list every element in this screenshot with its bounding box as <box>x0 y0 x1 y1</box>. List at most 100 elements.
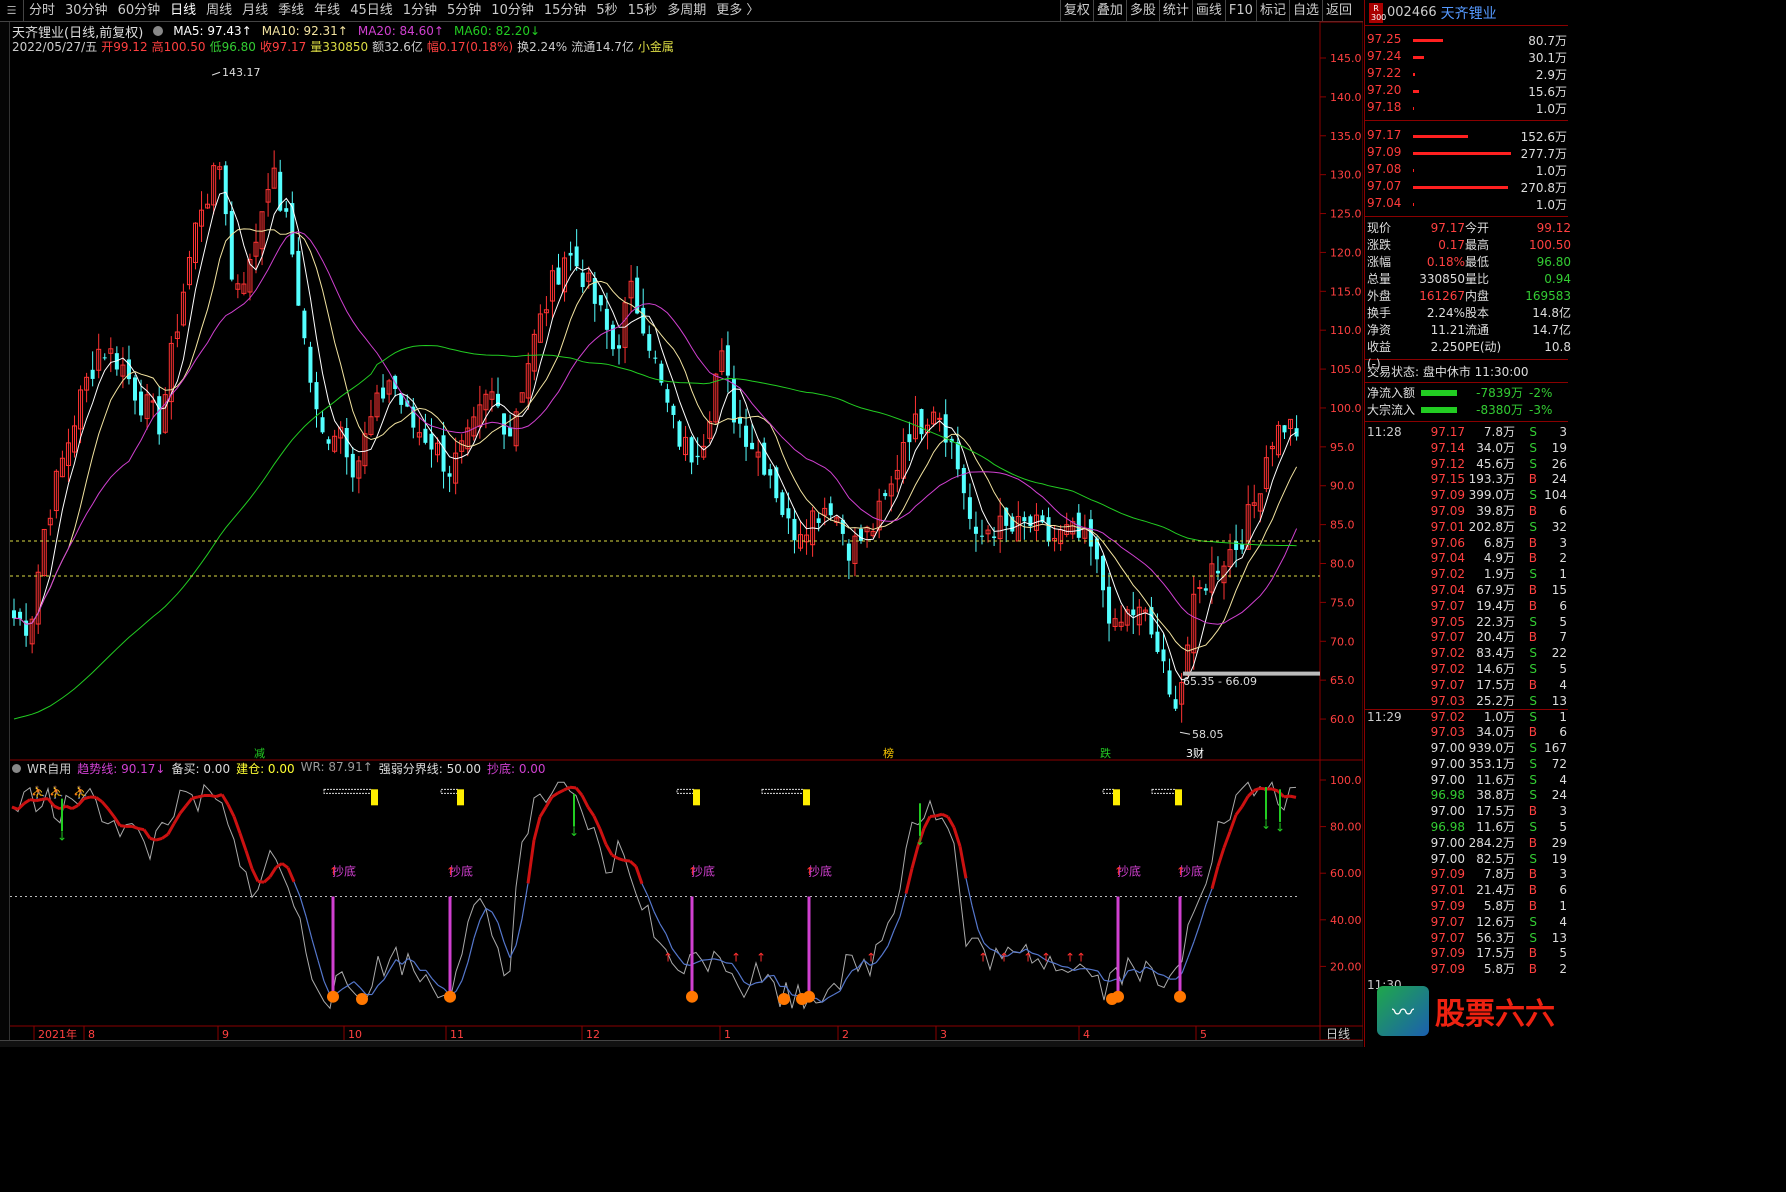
event-marker[interactable]: 减 <box>254 747 265 760</box>
event-marker[interactable]: 3财 <box>1186 746 1204 760</box>
trend-line-segment <box>683 963 691 966</box>
price-axis-label: 135.0 <box>1330 130 1362 143</box>
trend-line-segment <box>1283 794 1291 799</box>
trend-line-segment <box>611 853 619 860</box>
ask-row[interactable]: 97.20 15.6万 <box>1365 83 1568 100</box>
tick-count: 13 <box>1551 930 1567 945</box>
tick-row: 97.00 82.5万 S 19 <box>1365 852 1568 868</box>
ask-row[interactable]: 97.22 2.9万 <box>1365 66 1568 83</box>
tick-time <box>1365 441 1427 457</box>
tick-count: 6 <box>1559 725 1567 740</box>
tick-side: S <box>1529 440 1537 455</box>
bid-price: 97.04 <box>1367 196 1402 210</box>
stat-value: 99.12 <box>1536 221 1571 235</box>
tick-count: 13 <box>1551 693 1567 708</box>
stock-code: 002466 <box>1387 5 1437 20</box>
stat-value: 14.8亿 <box>1532 306 1571 320</box>
bid-row[interactable]: 97.08 1.0万 <box>1365 162 1568 179</box>
tick-price: 97.07 <box>1430 598 1465 613</box>
candle-body <box>786 508 791 519</box>
event-marker[interactable]: 榜 <box>883 746 894 760</box>
event-marker[interactable]: 跌 <box>1100 746 1111 760</box>
tick-time <box>1365 646 1427 662</box>
tick-list[interactable]: 11:28 97.17 7.8万 S 3 97.14 34.0万 S 19 97.12 45.6万 S… <box>1365 425 1568 994</box>
flow-pct: -3% <box>1529 402 1553 417</box>
up-arrow-icon: ↑ <box>688 865 697 878</box>
tick-side: B <box>1528 804 1537 819</box>
tick-row: 11:28 97.17 7.8万 S 3 <box>1365 425 1568 441</box>
stat-row: 涨幅 0.18% 最低 96.80 <box>1365 254 1571 271</box>
tick-price: 96.98 <box>1430 819 1465 834</box>
bid-row[interactable]: 97.09 277.7万 <box>1365 145 1568 162</box>
settings-dot-icon[interactable] <box>12 764 21 773</box>
trend-line-segment <box>857 959 865 969</box>
tick-price: 97.14 <box>1430 440 1465 455</box>
ask-row[interactable]: 97.25 80.7万 <box>1365 32 1568 49</box>
tick-row: 97.00 11.6万 S 4 <box>1365 773 1568 789</box>
bottom-dot-icon <box>796 993 808 1006</box>
fund-flow: 净流入额 -7839万 -2% 大宗流入 -8380万 -3% <box>1365 384 1568 418</box>
ask-price: 97.20 <box>1367 83 1402 97</box>
flow-row: 大宗流入 -8380万 -3% <box>1365 401 1568 418</box>
tick-count: 4 <box>1559 914 1567 929</box>
candle-body <box>139 391 144 416</box>
tick-row: 97.03 34.0万 B 6 <box>1365 725 1568 741</box>
candle-body <box>937 417 943 420</box>
ask-row[interactable]: 97.18 1.0万 <box>1365 100 1568 117</box>
candle-body <box>1215 570 1220 574</box>
tick-time <box>1365 567 1427 583</box>
tick-count: 24 <box>1551 472 1567 487</box>
tick-price: 97.03 <box>1430 725 1465 740</box>
tick-price: 97.09 <box>1430 488 1465 503</box>
candle-body <box>846 543 851 561</box>
tick-price: 97.09 <box>1430 962 1465 977</box>
stat-label: 总量 <box>1367 272 1392 286</box>
bid-row[interactable]: 97.17 152.6万 <box>1365 128 1568 145</box>
ask-volume: 2.9万 <box>1535 68 1567 82</box>
indicator-value-5: 抄底: 0.00 <box>486 762 546 776</box>
stat-value: 2.24% <box>1426 306 1465 320</box>
tick-time <box>1365 662 1427 678</box>
tick-price: 97.07 <box>1430 930 1465 945</box>
candle-body <box>133 377 137 401</box>
x-axis-label: 10 <box>348 1028 362 1040</box>
trend-line-segment <box>178 804 188 815</box>
candle-body <box>725 345 730 376</box>
tick-row: 97.09 7.8万 B 3 <box>1365 867 1568 883</box>
tick-price: 96.98 <box>1430 788 1465 803</box>
bid-row[interactable]: 97.07 270.8万 <box>1365 179 1568 196</box>
trend-line-segment <box>35 797 43 803</box>
ask-price: 97.25 <box>1367 32 1402 46</box>
trend-line-segment <box>941 812 949 819</box>
tick-side: S <box>1529 614 1537 629</box>
trend-line-segment <box>1289 794 1297 799</box>
x-axis-label: 8 <box>88 1028 95 1040</box>
trend-line-segment <box>628 859 638 868</box>
up-arrow-icon: ↑ <box>446 865 455 878</box>
x-axis-label: 9 <box>222 1028 229 1040</box>
price-axis-label: 60.0 <box>1330 713 1355 726</box>
candle-body <box>1203 588 1208 591</box>
tick-side: S <box>1529 819 1537 834</box>
trend-line-segment <box>551 791 559 799</box>
tick-side: S <box>1529 661 1537 676</box>
trend-line-segment <box>946 816 956 829</box>
trend-line-segment <box>617 856 625 862</box>
tick-volume: 14.6万 <box>1476 661 1515 676</box>
bid-row[interactable]: 97.04 1.0万 <box>1365 196 1568 213</box>
kline-chart[interactable]: 145.0 140.0 135.0 130.0 125.0 120.0 115.0 110.0… <box>0 0 1363 1040</box>
tick-side: B <box>1528 946 1537 961</box>
tick-row: 97.06 6.8万 B 3 <box>1365 536 1568 552</box>
bid-price: 97.09 <box>1367 145 1402 159</box>
candle-body <box>326 439 331 444</box>
candle-body <box>423 428 428 443</box>
bottom-dot-icon <box>778 993 790 1006</box>
stat-label: 最高 <box>1465 238 1490 252</box>
tick-count: 19 <box>1551 440 1567 455</box>
trend-line-segment <box>299 896 307 917</box>
ask-row[interactable]: 97.24 30.1万 <box>1365 49 1568 66</box>
stat-label: 最低 <box>1465 255 1490 269</box>
candle-body <box>508 427 513 437</box>
stat-label: 流通 <box>1465 323 1490 337</box>
trend-line-segment <box>371 985 379 995</box>
